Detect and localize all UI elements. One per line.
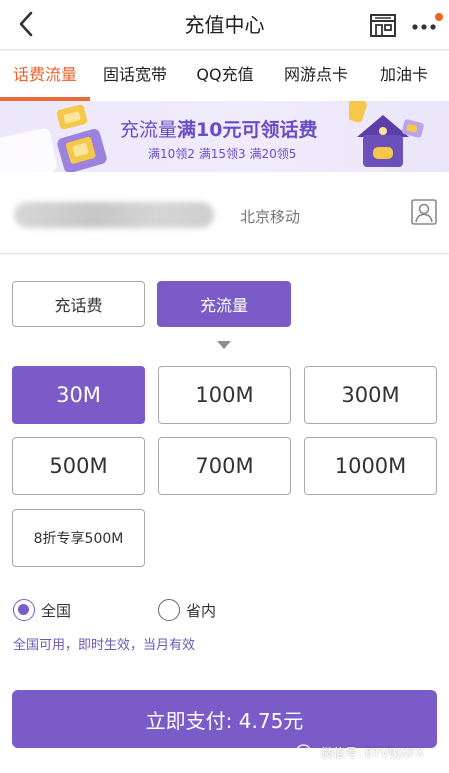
category-tabs: 话费流量 固话宽带 QQ充值 网游点卡 加油卡 — [0, 51, 449, 101]
promo-banner[interactable]: 充流量满10元可领话费 满10领2 满15领3 满20领5 — [0, 101, 449, 172]
phone-number-input[interactable] — [14, 202, 214, 228]
wechat-logo-icon — [296, 744, 316, 760]
radio-unchecked-icon — [158, 599, 180, 621]
banner-prefix: 充流量 — [120, 119, 178, 141]
watermark-text: 微信号: BTVBJXFX — [321, 745, 424, 760]
more-dots-icon — [412, 13, 443, 30]
tab-qq-recharge[interactable]: QQ充值 — [180, 51, 270, 101]
selection-caret — [217, 341, 231, 349]
store-icon — [370, 14, 396, 37]
banner-highlight: 满10元可领话费 — [177, 119, 318, 141]
package-100m-button[interactable]: 100M — [158, 366, 291, 424]
recharge-data-button[interactable]: 充流量 — [157, 281, 291, 327]
phone-number-panel: 北京移动 — [0, 172, 449, 254]
scope-national-option[interactable]: 全国 — [13, 598, 71, 622]
package-300m-button[interactable]: 300M — [304, 366, 437, 424]
package-700m-button[interactable]: 700M — [158, 437, 291, 495]
contact-person-icon — [411, 199, 437, 225]
tab-game-card[interactable]: 网游点卡 — [272, 51, 360, 101]
package-30m-button[interactable]: 30M — [12, 366, 145, 424]
wechat-watermark: 微信号: BTVBJXFX — [296, 741, 424, 763]
banner-headline: 充流量满10元可领话费 — [120, 115, 317, 142]
tab-fuel-card[interactable]: 加油卡 — [362, 51, 446, 101]
tab-data-recharge[interactable]: 话费流量 — [0, 51, 90, 101]
pay-now-button[interactable]: 立即支付: 4.75元 — [12, 690, 437, 748]
package-discount-500m-button[interactable]: 8折专享500M — [12, 509, 145, 567]
banner-decoration-right — [349, 101, 424, 167]
top-bar: 充值中心 — [0, 0, 449, 50]
radio-checked-icon — [13, 599, 35, 621]
package-500m-button[interactable]: 500M — [12, 437, 145, 495]
scope-national-label: 全国 — [41, 601, 72, 620]
contact-picker-button[interactable] — [410, 198, 438, 226]
banner-subtext: 满10领2 满15领3 满20领5 — [148, 147, 297, 161]
tab-landline-broadband[interactable]: 固话宽带 — [92, 51, 178, 101]
scope-province-option[interactable]: 省内 — [158, 598, 216, 622]
more-button[interactable] — [410, 10, 444, 40]
recharge-credit-button[interactable]: 充话费 — [12, 281, 145, 327]
carrier-label: 北京移动 — [240, 208, 301, 226]
banner-decoration-left — [0, 104, 107, 172]
scope-note: 全国可用，即时生效，当月有效 — [13, 638, 196, 653]
store-button[interactable] — [368, 10, 398, 40]
scope-province-label: 省内 — [186, 601, 217, 620]
package-1000m-button[interactable]: 1000M — [304, 437, 437, 495]
